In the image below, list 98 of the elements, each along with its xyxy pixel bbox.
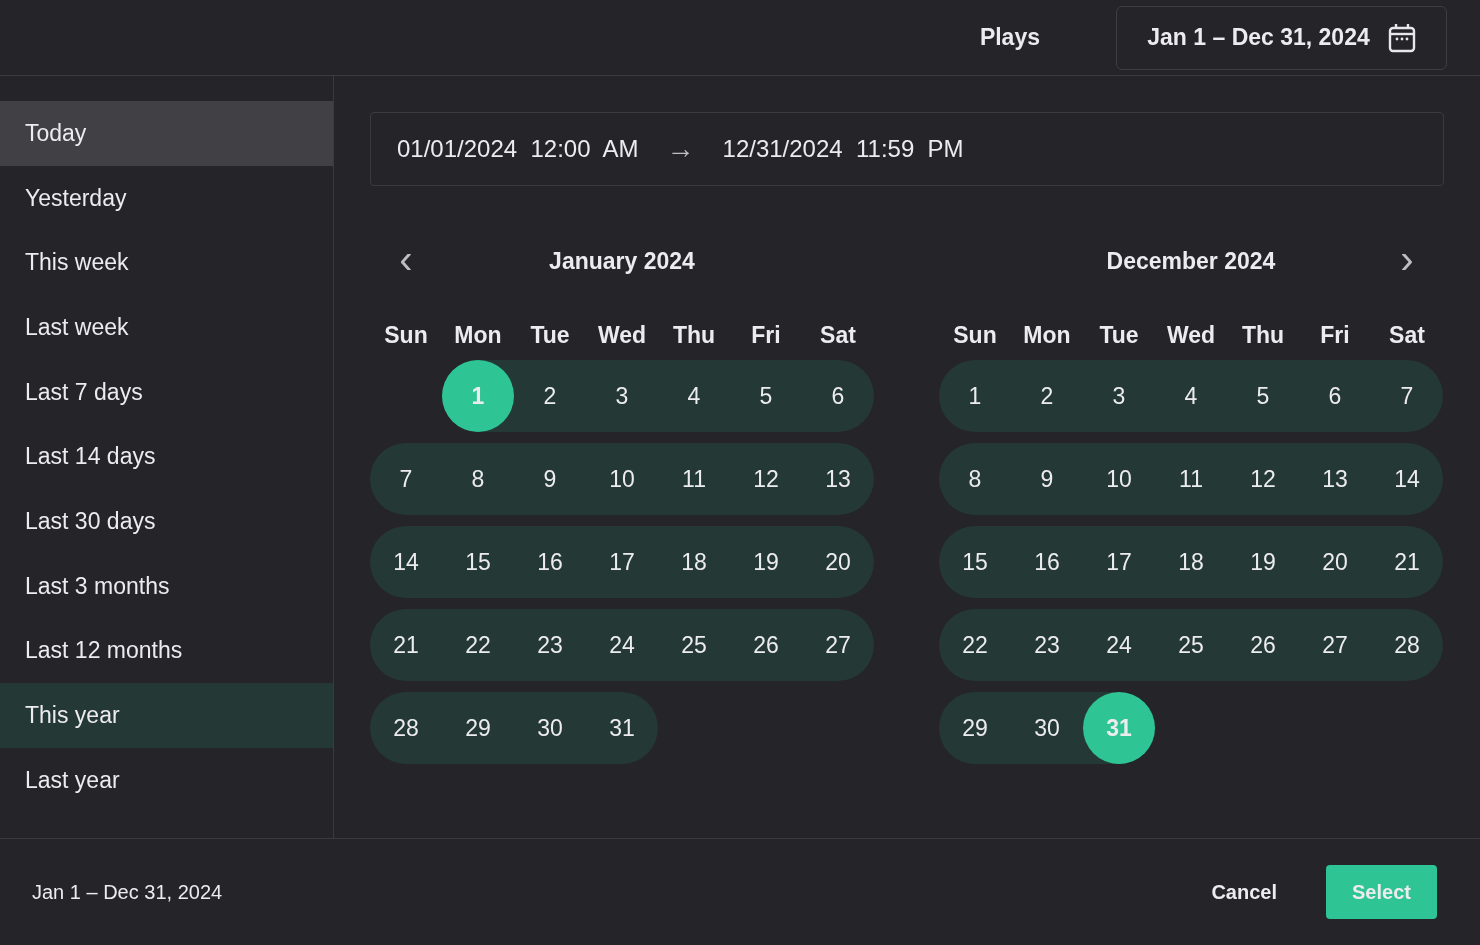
calendar-day[interactable]: 29	[442, 692, 514, 764]
weekday-label: Sat	[1388, 321, 1426, 349]
calendar-day[interactable]: 25	[1155, 609, 1227, 681]
start-datetime: 01/01/2024 12:00 AM	[397, 135, 639, 163]
calendar-day[interactable]: 13	[802, 443, 874, 515]
selected-range-summary: Jan 1 – Dec 31, 2024	[32, 880, 223, 904]
preset-item[interactable]: Last 12 months	[0, 618, 333, 684]
calendar-day[interactable]: 14	[1371, 443, 1443, 515]
calendar-day[interactable]: 7	[1371, 360, 1443, 432]
calendar-day[interactable]: 21	[1371, 526, 1443, 598]
calendar-day[interactable]: 3	[1083, 360, 1155, 432]
weekday-label: Sat	[819, 321, 857, 349]
calendar-day[interactable]: 20	[1299, 526, 1371, 598]
calendar-day[interactable]: 4	[1155, 360, 1227, 432]
preset-item[interactable]: Yesterday	[0, 165, 333, 231]
calendar-day[interactable]: 28	[370, 692, 442, 764]
calendar-day[interactable]: 9	[514, 443, 586, 515]
calendar-day[interactable]: 3	[586, 360, 658, 432]
calendar-day[interactable]: 6	[802, 360, 874, 432]
calendar-day[interactable]: 24	[586, 609, 658, 681]
calendar-day[interactable]: 12	[730, 443, 802, 515]
calendar-day[interactable]: 30	[514, 692, 586, 764]
calendar-day[interactable]: 16	[1011, 526, 1083, 598]
calendar-day[interactable]: 22	[442, 609, 514, 681]
weekday-label: Mon	[453, 321, 503, 349]
calendar-day[interactable]: 30	[1011, 692, 1083, 764]
weekday-label: Thu	[671, 321, 717, 349]
preset-item[interactable]: Last 30 days	[0, 489, 333, 554]
calendar-day[interactable]: 13	[1299, 443, 1371, 515]
preset-item[interactable]: Last week	[0, 295, 333, 360]
calendar-day[interactable]: 10	[1083, 443, 1155, 515]
calendar-day[interactable]: 25	[658, 609, 730, 681]
preset-item[interactable]: Last 14 days	[0, 424, 333, 490]
arrow-icon: →	[666, 133, 695, 165]
calendar-day[interactable]: 27	[802, 609, 874, 681]
calendar-day[interactable]: 8	[939, 443, 1011, 515]
calendar-day[interactable]: 5	[1227, 360, 1299, 432]
weekday-label: Tue	[529, 321, 571, 349]
date-range-button[interactable]: Jan 1 – Dec 31, 2024	[1116, 5, 1447, 70]
calendar-day[interactable]: 10	[586, 443, 658, 515]
calendar-day[interactable]: 27	[1299, 609, 1371, 681]
calendar-day[interactable]: 22	[939, 609, 1011, 681]
calendar-day[interactable]: 19	[1227, 526, 1299, 598]
calendar-icon	[1387, 22, 1416, 53]
next-month-button[interactable]: ›	[1371, 237, 1443, 285]
calendar-day[interactable]: 26	[1227, 609, 1299, 681]
calendar-day[interactable]: 14	[370, 526, 442, 598]
calendar-day[interactable]: 26	[730, 609, 802, 681]
cancel-button[interactable]: Cancel	[1205, 879, 1283, 905]
calendar-day[interactable]: 8	[442, 443, 514, 515]
preset-item[interactable]: This year	[0, 683, 333, 748]
calendar-day[interactable]: 23	[1011, 609, 1083, 681]
calendar-day[interactable]: 15	[442, 526, 514, 598]
calendar-day[interactable]: 15	[939, 526, 1011, 598]
calendar-day[interactable]: 31	[586, 692, 658, 764]
weekday-label: Sun	[952, 321, 998, 349]
calendar-day[interactable]: 23	[514, 609, 586, 681]
weekday-label: Fri	[750, 321, 782, 349]
calendar-day[interactable]: 4	[658, 360, 730, 432]
calendar-day[interactable]: 18	[1155, 526, 1227, 598]
calendar-day[interactable]: 18	[658, 526, 730, 598]
preset-item[interactable]: This week	[0, 230, 333, 296]
calendar-day[interactable]: 24	[1083, 609, 1155, 681]
preset-item[interactable]: Last 7 days	[0, 359, 333, 425]
weekday-label: Wed	[1165, 321, 1217, 349]
calendar-day[interactable]: 7	[370, 443, 442, 515]
calendar-day[interactable]: 1	[939, 360, 1011, 432]
preset-item[interactable]: Today	[0, 101, 333, 166]
calendar-day[interactable]: 29	[939, 692, 1011, 764]
preset-item[interactable]: Last 3 months	[0, 553, 333, 619]
calendar-day[interactable]: 11	[658, 443, 730, 515]
calendar-day[interactable]: 28	[1371, 609, 1443, 681]
previous-month-button[interactable]: ‹	[370, 237, 442, 285]
calendar-day[interactable]: 19	[730, 526, 802, 598]
calendar-day[interactable]: 6	[1299, 360, 1371, 432]
calendar-day[interactable]: 20	[802, 526, 874, 598]
weekday-label: Mon	[1022, 321, 1072, 349]
calendar-day[interactable]: 17	[1083, 526, 1155, 598]
calendar-day[interactable]: 17	[586, 526, 658, 598]
weekday-label: Sun	[383, 321, 429, 349]
month-title: January 2024	[549, 247, 695, 275]
weekday-label: Tue	[1098, 321, 1140, 349]
calendar-day[interactable]: 21	[370, 609, 442, 681]
month-title: December 2024	[1106, 247, 1276, 275]
date-range-field[interactable]: 01/01/2024 12:00 AM → 12/31/2024 11:59 PM	[370, 112, 1444, 186]
preset-item[interactable]: Last year	[0, 747, 333, 813]
calendar-day[interactable]: 2	[514, 360, 586, 432]
weekday-label: Fri	[1319, 321, 1351, 349]
calendar-day[interactable]: 11	[1155, 443, 1227, 515]
metric-label: Plays	[979, 24, 1040, 51]
calendar-day[interactable]: 2	[1011, 360, 1083, 432]
calendar-day[interactable]: 9	[1011, 443, 1083, 515]
calendar-day[interactable]: 5	[730, 360, 802, 432]
weekday-label: Wed	[596, 321, 648, 349]
end-datetime: 12/31/2024 11:59 PM	[722, 135, 964, 163]
weekday-label: Thu	[1240, 321, 1286, 349]
calendar-day[interactable]: 16	[514, 526, 586, 598]
calendar-day[interactable]: 12	[1227, 443, 1299, 515]
